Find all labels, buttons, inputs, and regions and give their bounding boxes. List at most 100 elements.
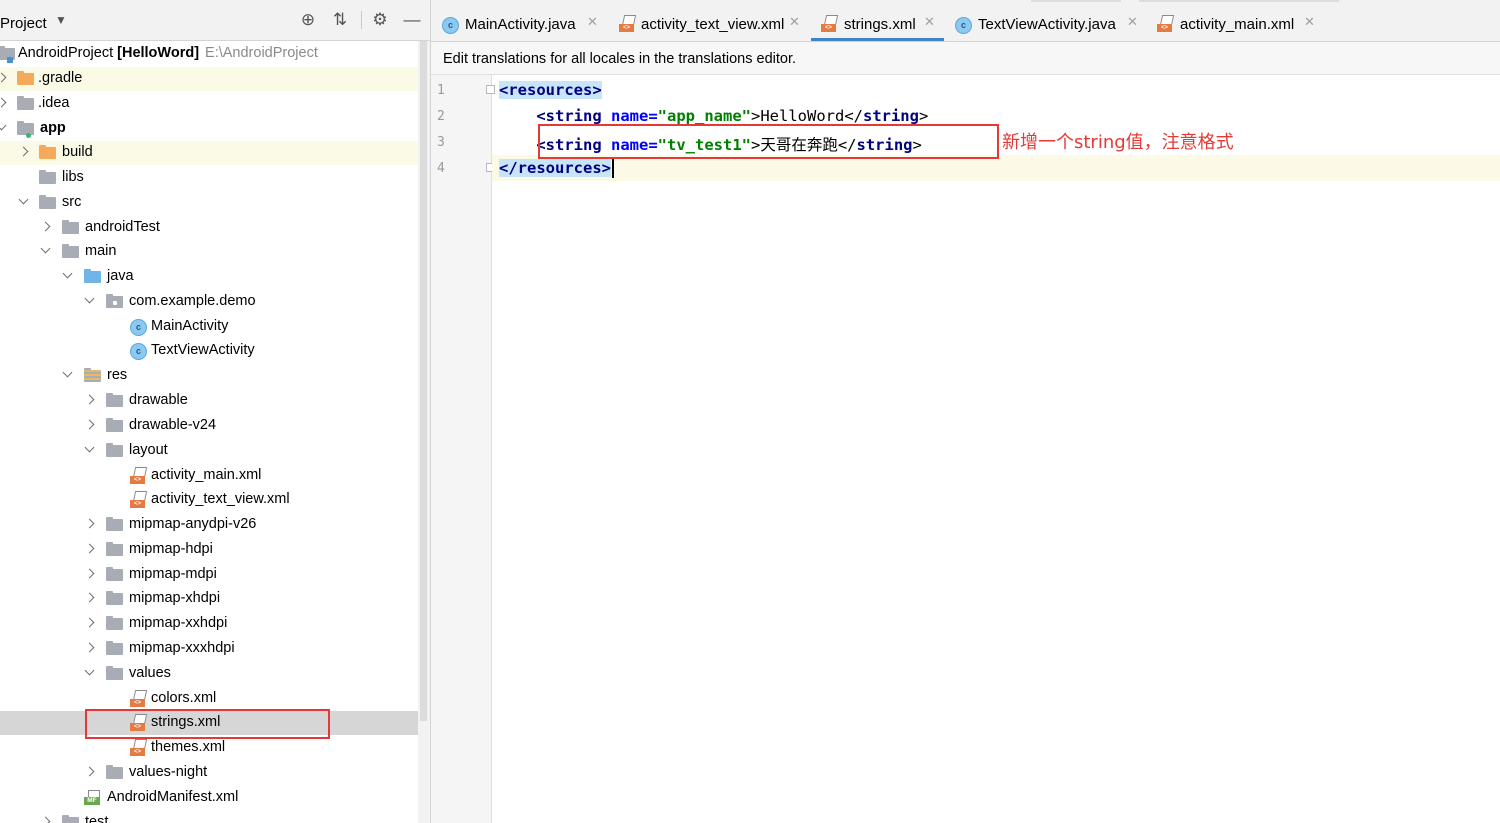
locate-icon[interactable]: ⊕ [298,10,318,30]
chevron-down-icon[interactable] [18,194,30,210]
tree-item-idea[interactable]: .idea [0,92,418,116]
chevron-down-icon[interactable] [0,120,8,136]
chevron-down-icon[interactable] [84,665,96,681]
chevron-down-icon[interactable]: ▼ [55,13,67,27]
package-icon [106,293,124,309]
line-number-gutter: 1 2 3 4 [431,75,495,823]
tree-item-app[interactable]: app [0,117,418,141]
class-icon: c [130,319,147,336]
tab-textviewactivity-java[interactable]: c TextViewActivity.java ✕ [945,0,1145,41]
tree-item-label: AndroidProject [HelloWord] E:\AndroidProj… [18,45,318,61]
tree-item-java[interactable]: java [0,265,418,289]
chevron-down-icon[interactable] [62,367,74,383]
tree-item-mipmap-xxxhdpi[interactable]: mipmap-xxxhdpi [0,637,418,661]
tree-item-src[interactable]: src [0,191,418,215]
tree-item-androidproject[interactable]: AndroidProject [HelloWord] E:\AndroidProj… [0,42,418,66]
tree-item-mipmap-xxhdpi[interactable]: mipmap-xxhdpi [0,612,418,636]
header-divider [361,11,362,29]
chevron-right-icon[interactable] [84,615,96,631]
chevron-right-icon[interactable] [84,566,96,582]
close-icon[interactable]: ✕ [924,14,935,30]
tree-item-test[interactable]: test [0,811,418,823]
chevron-right-icon[interactable] [84,417,96,433]
code-line-1[interactable]: <resources> [492,77,1500,103]
chevron-right-icon[interactable] [0,70,8,86]
tree-item-label: mipmap-xxhdpi [129,615,228,631]
tree-item-textviewactivity[interactable]: c TextViewActivity [0,339,418,363]
close-icon[interactable]: ✕ [1127,14,1138,30]
tab-strings-xml[interactable]: <> strings.xml ✕ [811,0,944,41]
tree-item-activity-text-view-xml[interactable]: <> activity_text_view.xml [0,488,418,512]
tree-item-label: themes.xml [151,739,226,755]
text-caret [611,159,614,178]
tree-item-build[interactable]: build [0,141,418,165]
chevron-right-icon[interactable] [84,541,96,557]
xml-file-icon: <> [130,491,148,508]
close-icon[interactable]: ✕ [789,14,800,30]
tab-mainactivity-java[interactable]: c MainActivity.java ✕ [431,0,606,41]
tree-scrollbar-thumb[interactable] [420,41,427,721]
line-number: 4 [437,161,445,176]
minimize-icon[interactable]: — [402,10,422,30]
chevron-down-icon[interactable] [84,293,96,309]
chevron-down-icon[interactable] [40,243,52,259]
chevron-right-icon[interactable] [40,814,52,823]
tree-item-package[interactable]: com.example.demo [0,290,418,314]
tree-item-layout[interactable]: layout [0,439,418,463]
tree-item-label: libs [62,169,84,185]
project-panel: Project ▼ ⊕ ⇅ ⚙ — AndroidProject [HelloW… [0,0,431,823]
tree-scrollbar[interactable] [418,41,430,823]
annotation-text: 新增一个string值，注意格式 [1002,132,1234,153]
tree-item-label: main [85,243,117,259]
chevron-right-icon[interactable] [84,640,96,656]
tree-item-activity-main-xml[interactable]: <> activity_main.xml [0,464,418,488]
tree-item-mipmap-anydpi-v26[interactable]: mipmap-anydpi-v26 [0,513,418,537]
gear-icon[interactable]: ⚙ [370,10,390,30]
tree-item-label: java [107,268,134,284]
chevron-down-icon[interactable] [84,442,96,458]
project-panel-header: Project ▼ ⊕ ⇅ ⚙ — [0,0,430,41]
chevron-right-icon[interactable] [84,516,96,532]
tree-item-values[interactable]: values [0,662,418,686]
chevron-right-icon[interactable] [84,764,96,780]
module-folder-icon [17,120,35,138]
tree-item-drawable-v24[interactable]: drawable-v24 [0,414,418,438]
folder-icon [39,194,57,210]
tree-item-gradle[interactable]: .gradle [0,67,418,91]
tree-item-label: values-night [129,764,208,780]
tree-item-values-night[interactable]: values-night [0,761,418,785]
chevron-down-icon[interactable] [62,268,74,284]
close-icon[interactable]: ✕ [587,14,598,30]
xml-file-icon: <> [821,15,839,32]
tree-item-mainactivity[interactable]: c MainActivity [0,315,418,339]
tree-item-mipmap-hdpi[interactable]: mipmap-hdpi [0,538,418,562]
tree-item-mipmap-xhdpi[interactable]: mipmap-xhdpi [0,587,418,611]
tree-item-res[interactable]: res [0,364,418,388]
chevron-right-icon[interactable] [40,219,52,235]
tree-item-main[interactable]: main [0,240,418,264]
folder-icon [106,541,124,557]
tree-item-drawable[interactable]: drawable [0,389,418,413]
tree-item-colors-xml[interactable]: <> colors.xml [0,687,418,711]
tree-item-libs[interactable]: libs [0,166,418,190]
tree-item-androidtest[interactable]: androidTest [0,216,418,240]
close-icon[interactable]: ✕ [1304,14,1315,30]
folder-icon [62,814,80,823]
tree-item-label: colors.xml [151,690,217,706]
chevron-right-icon[interactable] [0,95,8,111]
project-folder-icon [0,45,16,63]
tree-item-mipmap-mdpi[interactable]: mipmap-mdpi [0,563,418,587]
chevron-right-icon[interactable] [84,590,96,606]
tree-item-themes-xml[interactable]: <> themes.xml [0,736,418,760]
tab-activity-text-view-xml[interactable]: <> activity_text_view.xml ✕ [607,0,807,41]
collapse-all-icon[interactable]: ⇅ [330,10,350,30]
folder-icon [106,764,124,780]
chevron-right-icon[interactable] [18,144,30,160]
tree-item-label: activity_text_view.xml [151,491,290,507]
tree-item-androidmanifest-xml[interactable]: MF AndroidManifest.xml [0,786,418,810]
project-view-selector[interactable]: Project [0,15,47,32]
tree-item-label: values [129,665,171,681]
tab-activity-main-xml[interactable]: <> activity_main.xml ✕ [1146,0,1321,41]
code-text: <resources> [499,81,602,99]
chevron-right-icon[interactable] [84,392,96,408]
